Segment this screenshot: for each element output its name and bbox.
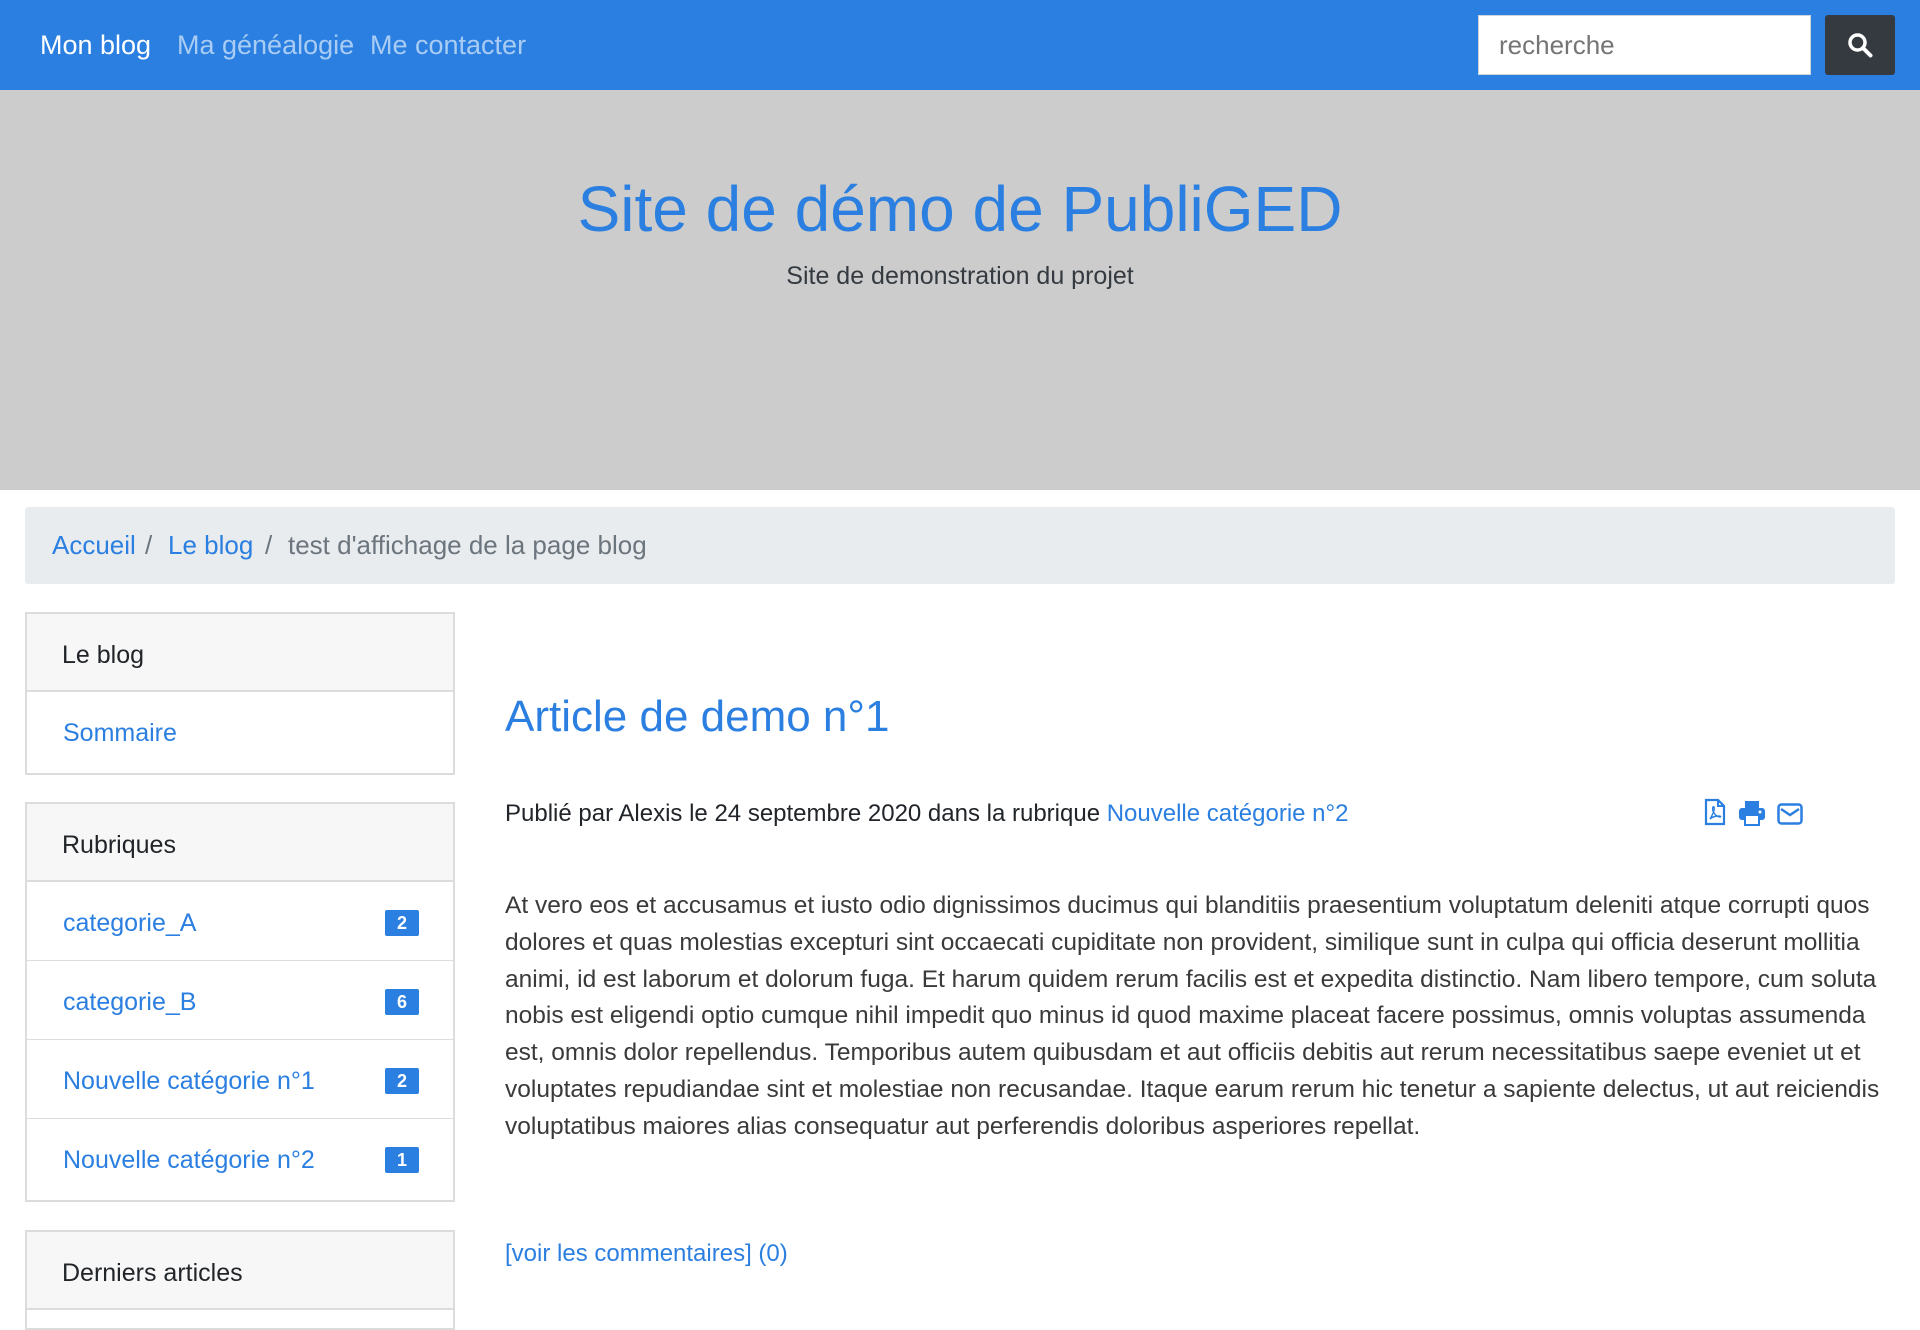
sidebar-item-sommaire[interactable]: Sommaire	[27, 692, 453, 773]
site-subtitle: Site de demonstration du projet	[786, 262, 1134, 290]
category-item[interactable]: Nouvelle catégorie n°1 2	[27, 1040, 453, 1119]
recent-articles-card-header: Derniers articles	[27, 1232, 453, 1310]
nav-brand-link[interactable]: Mon blog	[40, 30, 151, 61]
search-button[interactable]	[1825, 15, 1895, 75]
category-count-badge: 1	[385, 1147, 419, 1173]
article-category-link[interactable]: Nouvelle catégorie n°2	[1107, 800, 1349, 827]
blog-card: Le blog Sommaire	[25, 612, 455, 775]
category-item[interactable]: Nouvelle catégorie n°2 1	[27, 1119, 453, 1198]
breadcrumb-separator: /	[265, 530, 273, 560]
rubriques-card-header: Rubriques	[27, 804, 453, 882]
article-meta: Publié par Alexis le 24 septembre 2020 d…	[505, 800, 1348, 828]
category-count-badge: 2	[385, 1068, 419, 1094]
nav-link-genealogie[interactable]: Ma généalogie	[177, 30, 354, 61]
hero-banner: Site de démo de PubliGED Site de demonst…	[0, 90, 1920, 490]
email-icon[interactable]	[1777, 803, 1803, 825]
breadcrumb-home-link[interactable]: Accueil	[52, 530, 136, 561]
pdf-icon[interactable]	[1704, 798, 1726, 826]
category-label: Nouvelle catégorie n°2	[63, 1146, 315, 1174]
rubriques-card: Rubriques categorie_A 2 categorie_B 6 No…	[25, 802, 455, 1202]
top-navbar: Mon blog Ma généalogie Me contacter	[0, 0, 1920, 90]
breadcrumb-separator: /	[145, 530, 153, 560]
article-meta-text: Publié par Alexis le 24 septembre 2020 d…	[505, 800, 1107, 827]
site-title: Site de démo de PubliGED	[577, 173, 1343, 245]
article-title[interactable]: Article de demo n°1	[505, 692, 889, 742]
breadcrumb-current: test d'affichage de la page blog	[288, 530, 647, 560]
search-input[interactable]	[1478, 15, 1811, 75]
category-label: categorie_B	[63, 988, 197, 1016]
category-count-badge: 6	[385, 989, 419, 1015]
article-body: At vero eos et accusamus et iusto odio d…	[505, 892, 1880, 1140]
blog-card-header: Le blog	[27, 614, 453, 692]
category-label: categorie_A	[63, 909, 197, 937]
category-label: Nouvelle catégorie n°1	[63, 1067, 315, 1095]
search-icon	[1848, 33, 1873, 58]
nav-link-contact[interactable]: Me contacter	[370, 30, 526, 61]
category-item[interactable]: categorie_A 2	[27, 882, 453, 961]
category-item[interactable]: categorie_B 6	[27, 961, 453, 1040]
print-icon[interactable]	[1738, 800, 1766, 826]
recent-articles-card: Derniers articles	[25, 1230, 455, 1330]
category-count-badge: 2	[385, 910, 419, 936]
breadcrumb-blog-link[interactable]: Le blog	[168, 530, 253, 561]
comments-link[interactable]: [voir les commentaires] (0)	[505, 1240, 788, 1268]
breadcrumb: Accueil / Le blog / test d'affichage de …	[25, 507, 1895, 584]
